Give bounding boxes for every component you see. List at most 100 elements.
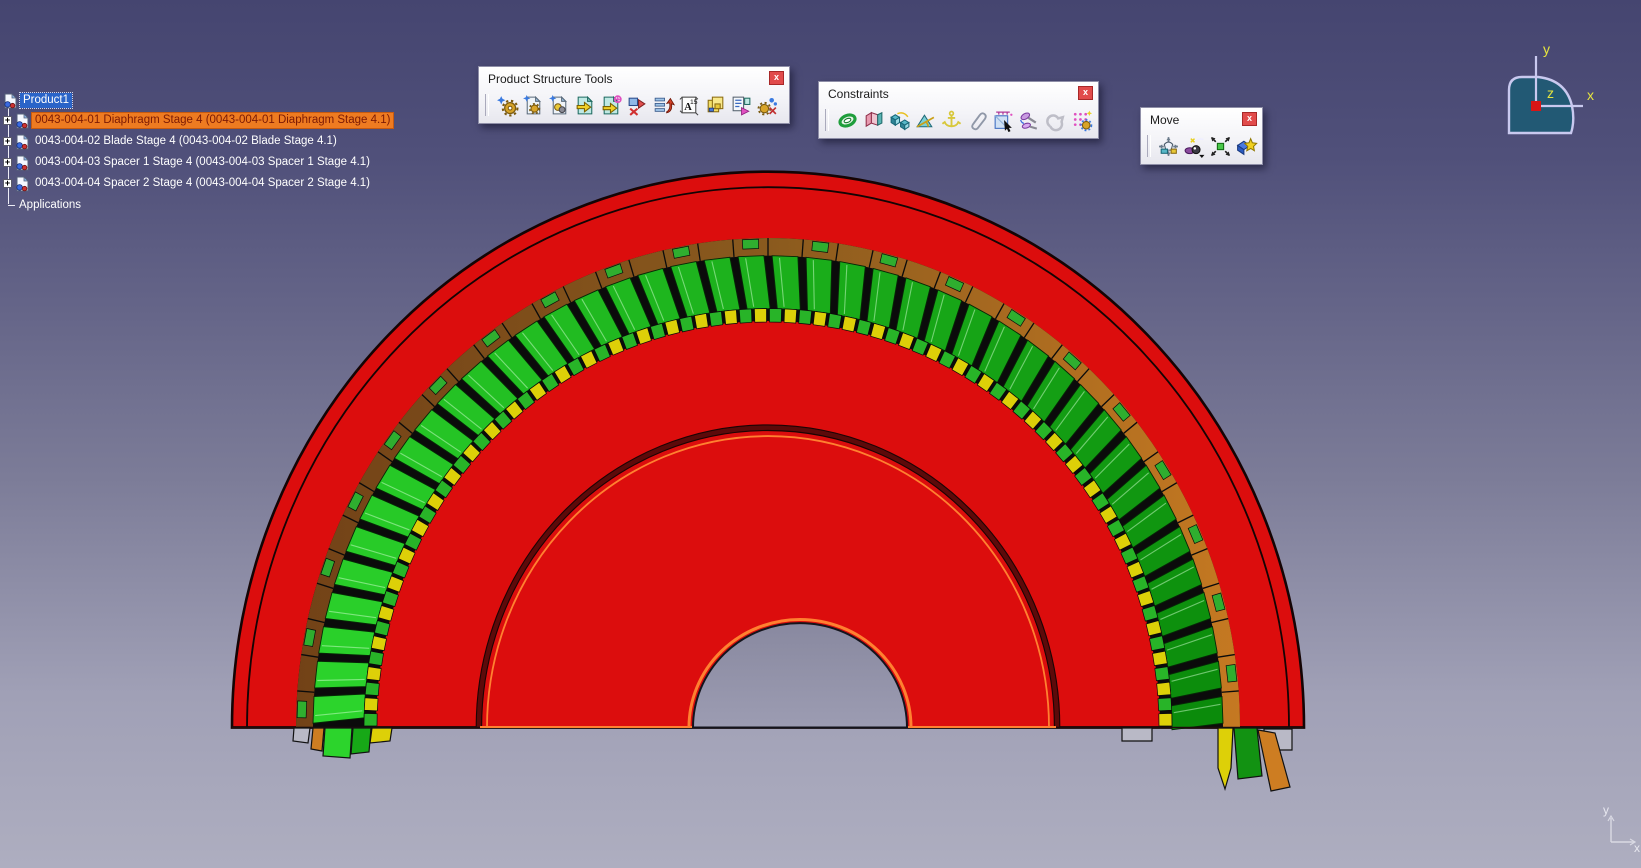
manipulation-icon[interactable] bbox=[1156, 133, 1182, 159]
toolbar-grip[interactable] bbox=[1147, 135, 1151, 157]
spacer1-part[interactable] bbox=[724, 310, 737, 325]
spacer1-tab[interactable] bbox=[1218, 728, 1233, 789]
spacer1-part[interactable] bbox=[1159, 713, 1172, 726]
tree-root-label[interactable]: Product1 bbox=[20, 93, 72, 108]
coincidence-constraint-icon[interactable] bbox=[834, 107, 860, 133]
toolbar-title: Move bbox=[1150, 113, 1179, 127]
spacer-green-segment[interactable] bbox=[365, 682, 379, 695]
part-icon[interactable] bbox=[15, 134, 30, 150]
tree-item-label[interactable]: 0043-004-03 Spacer 1 Stage 4 (0043-004-0… bbox=[32, 155, 373, 170]
view-axis-y-label: y bbox=[1603, 803, 1609, 817]
close-icon[interactable]: x bbox=[1078, 86, 1093, 100]
tree-applications-row: Applications bbox=[3, 196, 84, 215]
fast-multi-instantiation-icon[interactable] bbox=[754, 92, 780, 118]
spacer1-part[interactable] bbox=[367, 667, 382, 681]
spacer1-part[interactable] bbox=[364, 698, 378, 711]
fix-component-icon[interactable] bbox=[938, 107, 964, 133]
replace-component-icon[interactable] bbox=[624, 92, 650, 118]
tree-expand-button[interactable]: + bbox=[3, 137, 12, 146]
spacer-green-segment[interactable] bbox=[739, 309, 752, 323]
spacer1-part[interactable] bbox=[842, 316, 856, 332]
toolbar-grip[interactable] bbox=[825, 109, 829, 131]
product-icon[interactable] bbox=[3, 93, 18, 109]
spacer-green-segment[interactable] bbox=[364, 713, 377, 726]
toolbar-move: Move x bbox=[1140, 107, 1263, 165]
spacer-green-segment[interactable] bbox=[680, 316, 694, 332]
toolbar-constraints: Constraints x bbox=[818, 81, 1099, 139]
snap-icon[interactable] bbox=[1182, 133, 1208, 159]
tree-item-row: +0043-004-01 Diaphragm Stage 4 (0043-004… bbox=[3, 111, 393, 130]
change-constraint-icon[interactable] bbox=[1042, 107, 1068, 133]
tree-expand-button[interactable]: + bbox=[3, 116, 12, 125]
spacer1-tab[interactable] bbox=[370, 728, 392, 743]
spacer-green-segment[interactable] bbox=[799, 310, 812, 325]
toolbar-title-bar[interactable]: Product Structure Tools x bbox=[479, 67, 789, 90]
spacer1-part[interactable] bbox=[694, 313, 708, 328]
flexible-rigid-sub-assembly-icon[interactable] bbox=[1016, 107, 1042, 133]
blade-part[interactable] bbox=[313, 694, 365, 723]
manage-representations-icon[interactable] bbox=[728, 92, 754, 118]
explode-icon[interactable] bbox=[1207, 133, 1233, 159]
part-icon[interactable] bbox=[15, 155, 30, 171]
tree-item-label[interactable]: 0043-004-04 Spacer 2 Stage 4 (0043-004-0… bbox=[32, 176, 373, 191]
spacer1-part[interactable] bbox=[754, 309, 766, 323]
reuse-pattern-icon[interactable] bbox=[1068, 107, 1094, 133]
new-component-icon[interactable] bbox=[494, 92, 520, 118]
band-green-segment bbox=[742, 239, 758, 249]
spacer1-part[interactable] bbox=[371, 636, 386, 651]
view-axis-x-label: x bbox=[1634, 841, 1640, 855]
tree-expand-button[interactable]: + bbox=[3, 179, 12, 188]
compass-origin-dot[interactable] bbox=[1531, 101, 1541, 111]
toolbar-grip[interactable] bbox=[485, 94, 489, 116]
new-part-icon[interactable] bbox=[546, 92, 572, 118]
spacer1-part[interactable] bbox=[1153, 651, 1168, 665]
existing-component-with-positioning-icon[interactable] bbox=[598, 92, 624, 118]
offset-constraint-icon[interactable] bbox=[886, 107, 912, 133]
spacer-green-segment[interactable] bbox=[709, 311, 723, 326]
spacer1-part[interactable] bbox=[813, 311, 827, 326]
tab-gray[interactable] bbox=[1122, 728, 1152, 741]
spacer-green-segment[interactable] bbox=[369, 651, 384, 665]
part-icon[interactable] bbox=[15, 113, 30, 129]
close-icon[interactable]: x bbox=[769, 71, 784, 85]
orientation-compass[interactable]: y z x bbox=[1440, 30, 1620, 148]
tree-applications-label[interactable]: Applications bbox=[16, 198, 84, 213]
close-icon[interactable]: x bbox=[1242, 112, 1257, 126]
selective-load-icon[interactable] bbox=[702, 92, 728, 118]
band-green-segment bbox=[297, 701, 307, 718]
spacer-green-segment[interactable] bbox=[1150, 636, 1165, 651]
graph-tree-reordering-icon[interactable] bbox=[650, 92, 676, 118]
blade-part[interactable] bbox=[319, 627, 375, 656]
spacer-green-segment[interactable] bbox=[1155, 667, 1170, 681]
blade-part[interactable] bbox=[837, 262, 865, 320]
svg-text:15: 15 bbox=[690, 98, 698, 105]
blade-tab[interactable] bbox=[1234, 728, 1262, 779]
blade-tab[interactable] bbox=[351, 728, 371, 754]
blade-part[interactable] bbox=[772, 256, 800, 310]
angle-constraint-icon[interactable] bbox=[912, 107, 938, 133]
new-product-icon[interactable] bbox=[520, 92, 546, 118]
blade-part[interactable] bbox=[806, 257, 832, 313]
tab-gray[interactable] bbox=[293, 728, 310, 743]
spacer2-tab[interactable] bbox=[311, 728, 324, 751]
tree-item-label[interactable]: 0043-004-01 Diaphragm Stage 4 (0043-004-… bbox=[32, 113, 393, 128]
fix-together-icon[interactable] bbox=[964, 107, 990, 133]
toolbar-title-bar[interactable]: Move x bbox=[1141, 108, 1262, 131]
blade-tab[interactable] bbox=[323, 728, 352, 758]
spacer-green-segment[interactable] bbox=[1158, 698, 1172, 711]
existing-component-icon[interactable] bbox=[572, 92, 598, 118]
compass-z-label: z bbox=[1547, 85, 1554, 101]
spacer-green-segment[interactable] bbox=[770, 309, 782, 323]
blade-part[interactable] bbox=[315, 661, 369, 688]
part-icon[interactable] bbox=[15, 176, 30, 192]
quick-constraint-icon[interactable] bbox=[990, 107, 1016, 133]
spacer1-part[interactable] bbox=[1157, 682, 1171, 695]
spacer-green-segment[interactable] bbox=[828, 313, 842, 328]
tree-item-label[interactable]: 0043-004-02 Blade Stage 4 (0043-004-02 B… bbox=[32, 134, 340, 149]
tree-expand-button[interactable]: + bbox=[3, 158, 12, 167]
spacer1-part[interactable] bbox=[784, 309, 797, 323]
generate-numbering-icon[interactable]: A15 bbox=[676, 92, 702, 118]
toolbar-title-bar[interactable]: Constraints x bbox=[819, 82, 1098, 105]
stop-manipulate-on-clash-icon[interactable] bbox=[1233, 133, 1259, 159]
contact-constraint-icon[interactable] bbox=[860, 107, 886, 133]
